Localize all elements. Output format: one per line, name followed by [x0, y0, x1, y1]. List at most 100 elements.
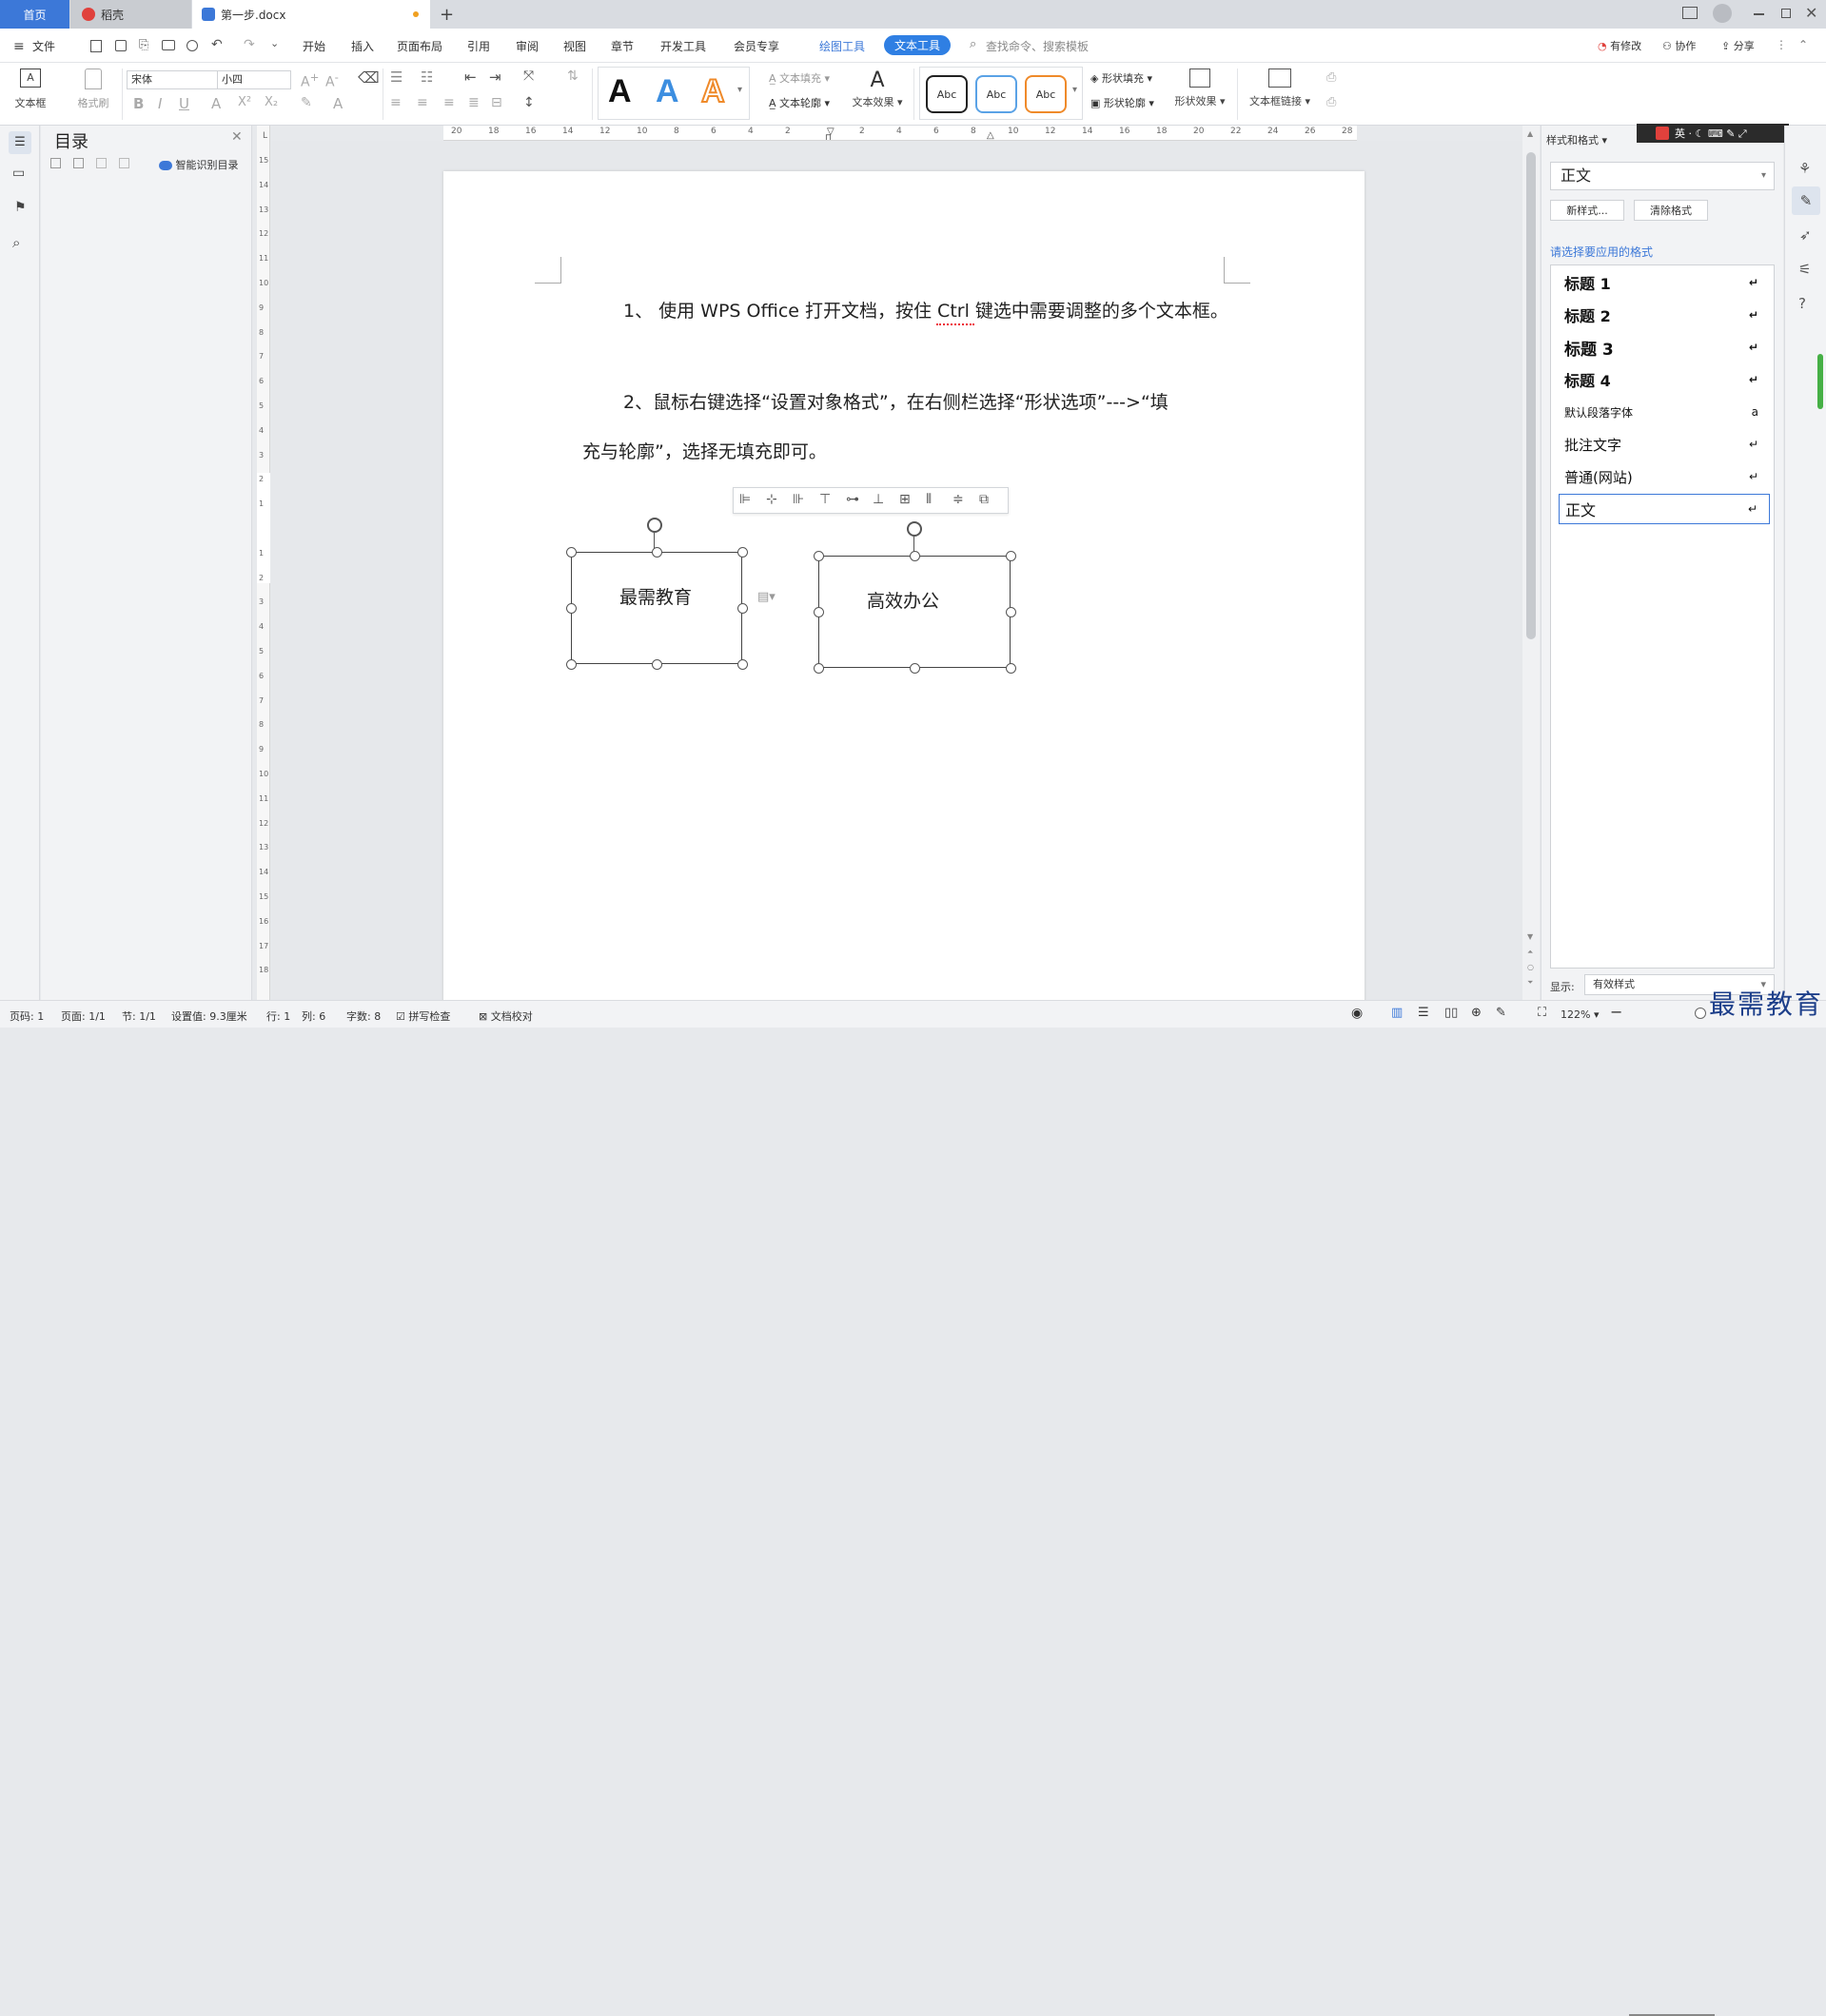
expand-icon[interactable]	[50, 158, 61, 168]
ime-lang-icon[interactable]: 英 · ☾ ⌨ ✎ ⤢	[1675, 126, 1747, 141]
style-brush-icon[interactable]: ⚘	[1798, 160, 1811, 177]
stretch-icon[interactable]: ≑	[952, 492, 964, 507]
select-cursor-icon[interactable]: ➶	[1799, 226, 1812, 244]
web-view-icon[interactable]: ⊕	[1471, 1006, 1482, 1020]
style-default-paragraph-font[interactable]: 默认段落字体 a	[1559, 397, 1770, 427]
style-comment-text[interactable]: 批注文字 ↵	[1559, 429, 1770, 460]
page-view-icon[interactable]: ▥	[1391, 1006, 1403, 1020]
resize-handle[interactable]	[813, 550, 824, 561]
word-count[interactable]: 字数: 8	[346, 1008, 381, 1024]
zoom-out-icon[interactable]: −	[1610, 1003, 1622, 1021]
text-fill-button[interactable]: A̲ 文本填充 ▾	[769, 70, 830, 86]
justify-icon[interactable]: ≣	[468, 95, 480, 110]
wordart-style-black[interactable]: A	[608, 73, 632, 110]
font-size-select[interactable]: 小四	[217, 70, 291, 89]
save-icon[interactable]	[115, 40, 127, 51]
gallery-more-icon[interactable]: ▾	[1072, 85, 1077, 95]
bold-icon[interactable]: B	[133, 95, 144, 112]
resize-handle[interactable]	[565, 546, 577, 558]
textbox-2[interactable]: 高效办公	[818, 556, 1011, 668]
new-style-button[interactable]: 新样式...	[1550, 200, 1624, 221]
help-icon[interactable]: ?	[1798, 295, 1806, 312]
prev-page-icon[interactable]: ⏶	[1527, 948, 1533, 957]
align-right-icon[interactable]: ≡	[443, 95, 455, 110]
collaborate-button[interactable]: ⚇ 协作	[1662, 38, 1696, 53]
doc-proof-button[interactable]: ⊠ 文档校对	[479, 1008, 533, 1024]
menu-references[interactable]: 引用	[467, 38, 490, 54]
align-center-icon[interactable]: ⊹	[766, 492, 777, 507]
collapse-ribbon-icon[interactable]: ⌃	[1798, 38, 1808, 51]
textbox-button[interactable]: A 文本框	[10, 69, 51, 110]
row-number[interactable]: 行: 1	[266, 1008, 290, 1024]
menu-drawing-tools[interactable]: 绘图工具	[819, 38, 865, 54]
properties-icon[interactable]: ⚟	[1798, 261, 1811, 278]
menu-file[interactable]: 文件	[32, 38, 55, 54]
resize-handle[interactable]	[813, 606, 824, 617]
collapse-icon[interactable]	[73, 158, 84, 168]
underline-icon[interactable]: U	[179, 95, 189, 112]
resize-handle[interactable]	[909, 550, 920, 561]
preview-icon[interactable]	[187, 40, 198, 51]
more-options-icon[interactable]: ⋮	[1776, 38, 1787, 51]
resize-handle[interactable]	[565, 658, 577, 670]
font-color-icon[interactable]: A	[211, 95, 221, 112]
paragraph-1[interactable]: 1、 使用 WPS Office 打开文档，按住 Ctrl 键选中需要调整的多个…	[623, 297, 1228, 323]
chapter-nav-icon[interactable]: ▭	[12, 166, 25, 181]
menu-insert[interactable]: 插入	[351, 38, 374, 54]
shape-effect-button[interactable]: 形状效果 ▾	[1170, 69, 1229, 108]
resize-handle[interactable]	[1005, 550, 1016, 561]
subscript-icon[interactable]: X₂	[265, 95, 278, 109]
resize-handle[interactable]	[736, 546, 748, 558]
bookmark-icon[interactable]: ⚑	[14, 200, 27, 215]
tab-stop-icon[interactable]: L	[263, 131, 267, 141]
textbox-2-text[interactable]: 高效办公	[867, 587, 939, 613]
setting-value[interactable]: 设置值: 9.3厘米	[171, 1008, 247, 1024]
rotate-handle-icon[interactable]	[647, 518, 662, 533]
export-icon[interactable]: ⎘	[139, 38, 148, 52]
close-icon[interactable]: ✕	[231, 129, 243, 145]
close-icon[interactable]: ✕	[1805, 4, 1817, 22]
new-tab-button[interactable]: +	[440, 0, 454, 29]
page-number[interactable]: 页码: 1	[10, 1008, 44, 1024]
align-left-icon[interactable]: ⊫	[739, 492, 751, 507]
shape-outline-button[interactable]: ▣ 形状轮廓 ▾	[1090, 95, 1154, 110]
style-heading-3[interactable]: 标题 3 ↵	[1559, 332, 1770, 362]
menu-chapter[interactable]: 章节	[611, 38, 634, 54]
styles-panel-header[interactable]: 样式和格式 ▾	[1546, 132, 1607, 147]
align-right-icon[interactable]: ⊪	[793, 492, 804, 507]
layout-icon[interactable]	[1682, 7, 1698, 19]
minimize-icon[interactable]	[1754, 13, 1764, 15]
outline-view-icon[interactable]: ☰	[1418, 1006, 1429, 1020]
paragraph-2-line-1[interactable]: 2、鼠标右键选择“设置对象格式”，在右侧栏选择“形状选项”--->“填	[623, 388, 1168, 414]
modified-button[interactable]: ◔ 有修改	[1598, 38, 1641, 53]
write-mode-icon[interactable]: ✎	[1496, 1006, 1506, 1020]
scroll-down-icon[interactable]: ▼	[1527, 932, 1533, 941]
section-count[interactable]: 节: 1/1	[122, 1008, 156, 1024]
spell-check-button[interactable]: ☑ 拼写检查	[396, 1008, 450, 1024]
resize-handle[interactable]	[813, 662, 824, 674]
align-top-icon[interactable]: ⊤	[819, 492, 831, 507]
shape-style-blue[interactable]: Abc	[975, 75, 1017, 113]
gallery-more-icon[interactable]: ▾	[737, 85, 742, 95]
highlight-icon[interactable]: ✎	[301, 95, 312, 110]
textbox-1-text[interactable]: 最需教育	[619, 583, 692, 609]
shrink-font-icon[interactable]: A-	[325, 70, 339, 90]
rotate-handle-icon[interactable]	[907, 521, 922, 537]
menu-review[interactable]: 审阅	[516, 38, 539, 54]
forward-link-icon[interactable]: ⎙	[1326, 70, 1336, 85]
grow-font-icon[interactable]: A+	[301, 70, 319, 90]
align-center-icon[interactable]: ≡	[417, 95, 428, 110]
menu-start[interactable]: 开始	[303, 38, 325, 54]
line-spacing-icon[interactable]: ↕	[523, 95, 535, 110]
superscript-icon[interactable]: X²	[238, 95, 251, 109]
clear-format-button[interactable]: 清除格式	[1634, 200, 1708, 221]
next-page-icon[interactable]: ⏷	[1527, 978, 1533, 988]
tab-document[interactable]: 第一步.docx	[192, 0, 430, 29]
redo-icon[interactable]: ↷	[244, 37, 255, 52]
document-page[interactable]: 1、 使用 WPS Office 打开文档，按住 Ctrl 键选中需要调整的多个…	[443, 171, 1365, 1000]
shape-style-black[interactable]: Abc	[926, 75, 968, 113]
outdent-icon[interactable]: ⇤	[464, 69, 477, 86]
page-count[interactable]: 页面: 1/1	[61, 1008, 106, 1024]
style-heading-2[interactable]: 标题 2 ↵	[1559, 300, 1770, 330]
style-heading-4[interactable]: 标题 4 ↵	[1559, 364, 1770, 395]
